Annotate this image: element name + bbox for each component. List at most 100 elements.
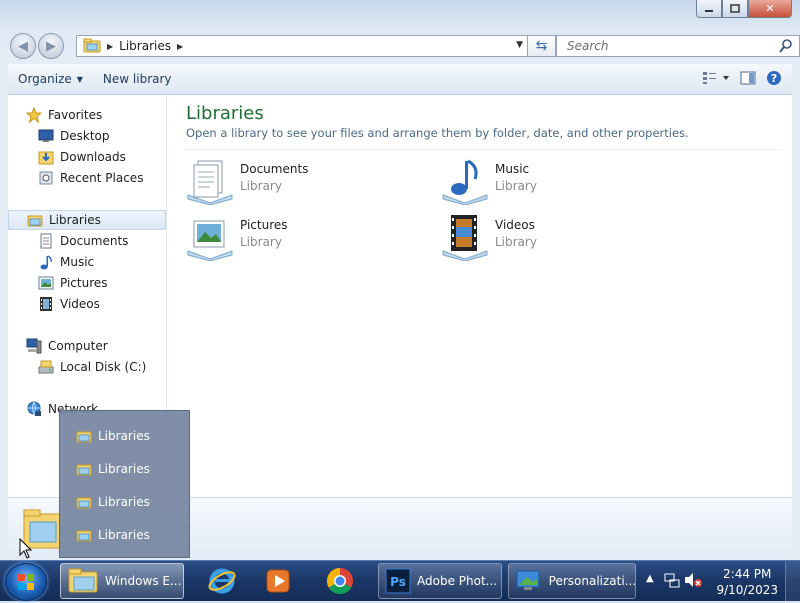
windows-logo-icon bbox=[18, 574, 34, 590]
preview-pane-icon bbox=[740, 71, 756, 85]
popup-item-label: Libraries bbox=[98, 429, 150, 443]
view-options-icon bbox=[703, 72, 729, 84]
show-desktop-button[interactable] bbox=[785, 561, 800, 601]
library-name: Music bbox=[495, 162, 530, 176]
taskbar-thumbnail-list: Libraries Libraries Libraries Libraries bbox=[59, 410, 190, 558]
nav-item-documents[interactable]: Documents bbox=[38, 231, 196, 251]
nav-item-computer[interactable]: Computer bbox=[26, 336, 184, 356]
taskbar-explorer-button[interactable]: Windows E... bbox=[60, 563, 184, 599]
taskbar: Windows E... Ps Adobe Phot... Personaliz… bbox=[0, 560, 800, 601]
nav-item-music[interactable]: Music bbox=[38, 252, 196, 272]
taskbar-photoshop-button[interactable]: Ps Adobe Phot... bbox=[378, 563, 502, 599]
taskbar-personalization-label: Personalizati... bbox=[548, 574, 635, 588]
show-hidden-icons-button[interactable]: ▲ bbox=[646, 573, 654, 584]
library-tile-videos[interactable]: Videos Library bbox=[441, 213, 671, 262]
downloads-folder-icon bbox=[38, 149, 54, 165]
music-library-icon bbox=[441, 157, 489, 206]
pictures-library-icon bbox=[186, 213, 234, 262]
search-box[interactable] bbox=[556, 35, 800, 57]
nav-label-computer: Computer bbox=[48, 339, 108, 353]
photoshop-icon: Ps bbox=[385, 568, 411, 594]
network-status-icon[interactable] bbox=[664, 572, 680, 591]
search-input[interactable] bbox=[565, 38, 769, 54]
hard-drive-icon bbox=[38, 359, 54, 375]
nav-item-pictures[interactable]: Pictures bbox=[38, 273, 196, 293]
minimize-icon bbox=[705, 9, 713, 12]
nav-label-recent-places: Recent Places bbox=[60, 171, 144, 185]
film-strip-icon bbox=[38, 296, 54, 312]
popup-window-item[interactable]: Libraries bbox=[76, 459, 150, 479]
network-icon bbox=[26, 401, 42, 417]
chrome-icon bbox=[326, 567, 353, 595]
library-tile-pictures[interactable]: Pictures Library bbox=[186, 213, 416, 262]
back-button[interactable]: ◀ bbox=[10, 33, 36, 59]
volume-muted-icon[interactable] bbox=[684, 572, 702, 591]
organize-label: Organize bbox=[18, 72, 72, 86]
library-type: Library bbox=[495, 179, 537, 193]
taskbar-ie-button[interactable] bbox=[202, 563, 242, 599]
nav-label-downloads: Downloads bbox=[60, 150, 126, 164]
pictures-icon bbox=[38, 275, 54, 291]
forward-button[interactable]: ▶ bbox=[38, 33, 64, 59]
libraries-folder-icon bbox=[27, 212, 43, 228]
library-text: Pictures Library bbox=[240, 218, 288, 261]
library-name: Videos bbox=[495, 218, 535, 232]
nav-label-local-disk: Local Disk (C:) bbox=[60, 360, 147, 374]
refresh-button[interactable]: ⇆ bbox=[528, 35, 556, 57]
caption-buttons: ✕ bbox=[696, 0, 792, 19]
nav-label-videos: Videos bbox=[60, 297, 100, 311]
breadcrumb-separator-icon[interactable]: ▶ bbox=[177, 42, 183, 51]
documents-icon bbox=[38, 233, 54, 249]
address-bar[interactable]: ▶ Libraries ▶ ▼ bbox=[76, 35, 528, 57]
taskbar-chrome-button[interactable] bbox=[320, 563, 360, 599]
clock-time: 2:44 PM bbox=[723, 567, 772, 581]
taskbar-media-player-button[interactable] bbox=[258, 563, 298, 599]
system-clock[interactable]: 2:44 PM 9/10/2023 bbox=[716, 566, 778, 598]
nav-item-libraries[interactable]: Libraries bbox=[8, 210, 166, 230]
library-text: Documents Library bbox=[240, 162, 308, 205]
breadcrumb-separator-icon[interactable]: ▶ bbox=[107, 42, 113, 51]
nav-item-local-disk[interactable]: Local Disk (C:) bbox=[38, 357, 196, 377]
help-button[interactable]: ? bbox=[766, 70, 782, 89]
nav-label-documents: Documents bbox=[60, 234, 129, 248]
nav-item-favorites[interactable]: Favorites bbox=[26, 105, 184, 125]
command-bar-right: ? bbox=[702, 70, 782, 89]
nav-item-desktop[interactable]: Desktop bbox=[38, 126, 196, 146]
popup-item-label: Libraries bbox=[98, 462, 150, 476]
popup-item-label: Libraries bbox=[98, 495, 150, 509]
nav-item-downloads[interactable]: Downloads bbox=[38, 147, 196, 167]
library-text: Music Library bbox=[495, 162, 537, 205]
library-type: Library bbox=[495, 235, 537, 249]
popup-window-item[interactable]: Libraries bbox=[76, 492, 150, 512]
computer-icon bbox=[26, 338, 42, 354]
library-name: Pictures bbox=[240, 218, 288, 232]
address-dropdown-icon[interactable]: ▼ bbox=[516, 40, 523, 50]
popup-window-item[interactable]: Libraries bbox=[76, 525, 150, 545]
start-button[interactable] bbox=[5, 563, 47, 601]
library-tile-documents[interactable]: Documents Library bbox=[186, 157, 416, 206]
taskbar-personalization-button[interactable]: Personalizati... bbox=[508, 563, 636, 599]
libraries-folder-icon bbox=[67, 566, 99, 597]
new-library-button[interactable]: New library bbox=[93, 72, 182, 86]
nav-item-recent-places[interactable]: Recent Places bbox=[38, 168, 196, 188]
videos-library-icon bbox=[441, 213, 489, 262]
libraries-folder-icon bbox=[76, 528, 92, 542]
libraries-folder-icon bbox=[76, 462, 92, 476]
recent-places-icon bbox=[38, 170, 54, 186]
page-description: Open a library to see your files and arr… bbox=[186, 126, 689, 140]
nav-item-videos[interactable]: Videos bbox=[38, 294, 196, 314]
maximize-button[interactable] bbox=[722, 0, 748, 18]
change-view-button[interactable] bbox=[702, 71, 730, 88]
breadcrumb-libraries[interactable]: Libraries bbox=[119, 39, 171, 53]
search-icon[interactable] bbox=[779, 38, 793, 57]
close-button[interactable]: ✕ bbox=[748, 0, 792, 18]
minimize-button[interactable] bbox=[696, 0, 722, 18]
taskbar-photoshop-label: Adobe Phot... bbox=[417, 574, 498, 588]
page-title: Libraries bbox=[186, 103, 264, 124]
library-tile-music[interactable]: Music Library bbox=[441, 157, 671, 206]
preview-pane-button[interactable] bbox=[740, 71, 756, 88]
organize-button[interactable]: Organize ▼ bbox=[8, 72, 93, 86]
popup-window-item[interactable]: Libraries bbox=[76, 426, 150, 446]
libraries-folder-icon bbox=[76, 495, 92, 509]
personalization-icon bbox=[516, 570, 540, 590]
